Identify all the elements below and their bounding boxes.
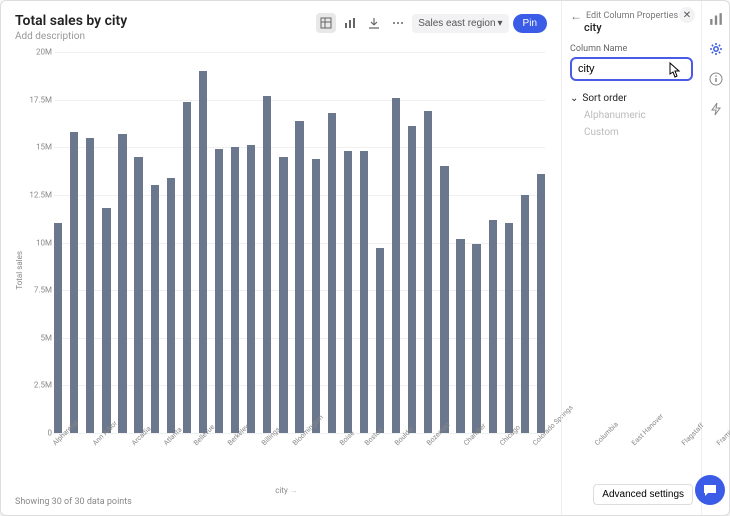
data-point-status: Showing 30 of 30 data points xyxy=(15,497,547,507)
bar[interactable] xyxy=(360,151,368,433)
bar[interactable] xyxy=(167,178,175,433)
bar[interactable] xyxy=(247,145,255,433)
bar[interactable] xyxy=(151,185,159,433)
x-axis-label: city → xyxy=(275,486,298,495)
bar[interactable] xyxy=(328,113,336,433)
bar[interactable] xyxy=(472,244,480,433)
bar[interactable] xyxy=(456,239,464,433)
bar[interactable] xyxy=(376,248,384,433)
bar[interactable] xyxy=(312,159,320,433)
y-tick: 15M xyxy=(26,143,52,152)
bar[interactable] xyxy=(199,71,207,433)
y-tick: 10M xyxy=(26,238,52,247)
bar[interactable] xyxy=(118,134,126,433)
bar-chart: 02.5M5M7.5M10M12.5M15M17.5M20M Alpharett… xyxy=(26,46,547,495)
chat-fab[interactable] xyxy=(695,475,725,505)
column-display-name: city xyxy=(584,21,693,34)
bar[interactable] xyxy=(279,157,287,433)
bar[interactable] xyxy=(344,151,352,433)
column-name-label: Column Name xyxy=(570,44,693,54)
y-tick: 0 xyxy=(26,429,52,438)
bar[interactable] xyxy=(263,96,271,433)
back-button[interactable]: ← xyxy=(570,9,582,23)
sort-option-custom[interactable]: Custom xyxy=(584,127,693,138)
bar[interactable] xyxy=(408,126,416,433)
bar[interactable] xyxy=(489,220,497,433)
bar[interactable] xyxy=(505,223,513,433)
y-axis-label: Total sales xyxy=(15,251,24,290)
edit-column-panel: ← Edit Column Properties city ✕ Column N… xyxy=(561,1,701,515)
y-tick: 12.5M xyxy=(26,190,52,199)
cursor-icon xyxy=(667,61,683,83)
region-select[interactable]: Sales east region▾ xyxy=(412,14,508,33)
bar[interactable] xyxy=(183,102,191,433)
chevron-down-icon: ▾ xyxy=(498,18,503,29)
bar[interactable] xyxy=(424,111,432,433)
y-tick: 2.5M xyxy=(26,381,52,390)
chart-settings-icon[interactable] xyxy=(706,9,726,29)
bar[interactable] xyxy=(102,208,110,433)
bar[interactable] xyxy=(537,174,545,433)
download-button[interactable] xyxy=(364,13,384,33)
more-button[interactable] xyxy=(388,13,408,33)
bar[interactable] xyxy=(392,98,400,433)
y-tick: 7.5M xyxy=(26,286,52,295)
bar[interactable] xyxy=(86,138,94,433)
bar[interactable] xyxy=(231,147,239,433)
info-icon[interactable] xyxy=(706,69,726,89)
bar[interactable] xyxy=(440,166,448,433)
close-panel-button[interactable]: ✕ xyxy=(679,7,695,23)
y-tick: 5M xyxy=(26,333,52,342)
bar[interactable] xyxy=(134,157,142,433)
sort-option-alphanumeric[interactable]: Alphanumeric xyxy=(584,110,693,121)
y-tick: 17.5M xyxy=(26,95,52,104)
chart-toolbar: Sales east region▾ Pin xyxy=(316,13,547,33)
bar[interactable] xyxy=(54,223,62,433)
bar[interactable] xyxy=(215,149,223,433)
bar[interactable] xyxy=(521,195,529,433)
bar[interactable] xyxy=(295,121,303,433)
bar[interactable] xyxy=(70,132,78,433)
table-view-button[interactable] xyxy=(316,13,336,33)
panel-title: Edit Column Properties xyxy=(586,11,678,21)
pin-button[interactable]: Pin xyxy=(513,14,547,33)
advanced-settings-button[interactable]: Advanced settings xyxy=(593,484,693,505)
description-placeholder[interactable]: Add description xyxy=(15,31,127,42)
sort-order-toggle[interactable]: ⌄Sort order xyxy=(570,93,693,104)
bolt-icon[interactable] xyxy=(706,99,726,119)
chevron-down-icon: ⌄ xyxy=(570,93,578,104)
y-tick: 20M xyxy=(26,48,52,57)
gear-icon[interactable] xyxy=(706,39,726,59)
chart-view-button[interactable] xyxy=(340,13,360,33)
page-title: Total sales by city xyxy=(15,13,127,29)
